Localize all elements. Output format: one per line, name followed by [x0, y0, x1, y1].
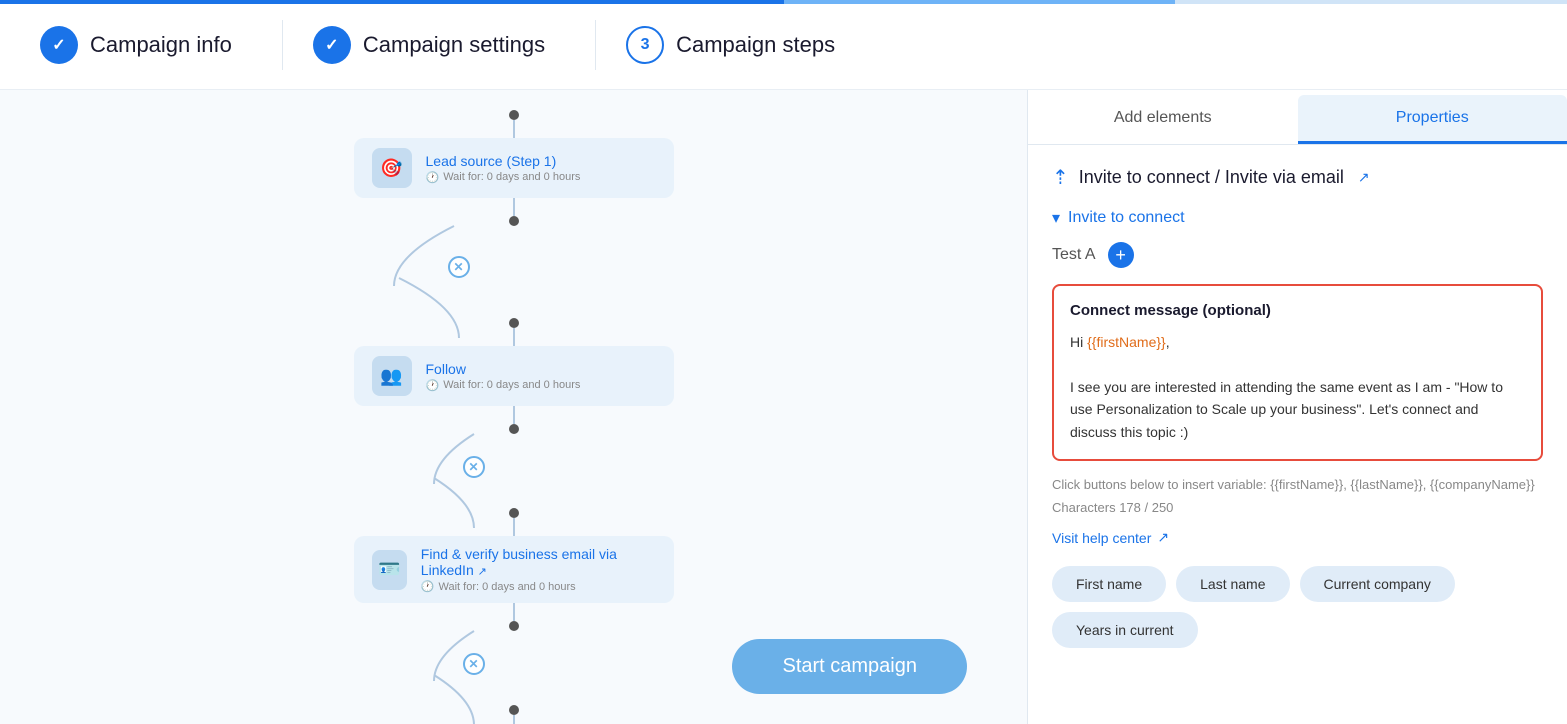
node-follow[interactable]: 👥 Follow 🕐 Wait for: 0 days and 0 hours — [354, 346, 674, 406]
char-count: Characters 178 / 250 — [1052, 500, 1543, 515]
message-body: I see you are interested in attending th… — [1070, 376, 1525, 443]
panel-external-link[interactable]: ↗ — [1358, 169, 1370, 186]
tab-properties[interactable]: Properties — [1298, 95, 1567, 144]
lead-source-text: Lead source (Step 1) 🕐 Wait for: 0 days … — [426, 153, 581, 184]
curve-4 — [434, 478, 514, 528]
step-divider-1 — [282, 20, 283, 70]
dot-6 — [509, 621, 519, 631]
curve-2 — [399, 278, 519, 338]
progress-seg-1 — [0, 0, 392, 4]
follow-title: Follow — [426, 361, 581, 377]
line-1 — [513, 120, 515, 138]
panel-body: ⇡ Invite to connect / Invite via email ↗… — [1028, 145, 1567, 724]
connect-message-box[interactable]: Connect message (optional) Hi {{firstNam… — [1052, 284, 1543, 461]
step-2-label: Campaign settings — [363, 32, 545, 58]
section-invite-header[interactable]: ▾ Invite to connect — [1052, 208, 1543, 228]
var-btn-last-name[interactable]: Last name — [1176, 566, 1289, 602]
dot-7 — [509, 705, 519, 715]
line-7 — [513, 715, 515, 724]
header: ✓ Campaign info ✓ Campaign settings 3 Ca… — [0, 0, 1567, 90]
var-btn-first-name[interactable]: First name — [1052, 566, 1166, 602]
visit-help-link[interactable]: Visit help center ↗ — [1052, 529, 1543, 546]
message-box-title: Connect message (optional) — [1070, 302, 1525, 319]
message-content: Hi {{firstName}}, I see you are interest… — [1070, 331, 1525, 443]
progress-seg-2 — [392, 0, 784, 4]
node-lead-source[interactable]: 🎯 Lead source (Step 1) 🕐 Wait for: 0 day… — [354, 138, 674, 198]
panel-node-title-row: ⇡ Invite to connect / Invite via email ↗ — [1052, 165, 1543, 190]
step-1-label: Campaign info — [90, 32, 232, 58]
add-node-btn-2[interactable]: ✕ — [463, 456, 485, 478]
lead-source-icon: 🎯 — [372, 148, 412, 188]
start-campaign-button[interactable]: Start campaign — [732, 639, 967, 694]
test-label: Test A — [1052, 246, 1096, 264]
panel-tabs: Add elements Properties — [1028, 90, 1567, 145]
clock-icon-1: 🕐 — [426, 171, 440, 184]
dot-2 — [509, 216, 519, 226]
var-firstname-inline: {{firstName}} — [1087, 334, 1166, 350]
external-link-icon-1: ↗ — [478, 566, 487, 578]
find-verify-icon: 🪪 — [372, 550, 407, 590]
find-verify-text: Find & verify business email via LinkedI… — [421, 546, 656, 593]
share-icon: ⇡ — [1052, 165, 1069, 190]
variable-buttons-row: First name Last name Current company Yea… — [1052, 566, 1543, 648]
add-node-btn-1[interactable]: ✕ — [448, 256, 470, 278]
line-6 — [513, 603, 515, 621]
find-verify-wait: 🕐 Wait for: 0 days and 0 hours — [421, 580, 656, 593]
step-3-icon: 3 — [626, 26, 664, 64]
chevron-down-icon: ▾ — [1052, 208, 1060, 228]
dot-top — [509, 110, 519, 120]
step-campaign-steps[interactable]: 3 Campaign steps — [606, 26, 875, 64]
node-find-verify[interactable]: 🪪 Find & verify business email via Linke… — [354, 536, 674, 603]
help-external-icon: ↗ — [1157, 529, 1169, 546]
variable-hint: Click buttons below to insert variable: … — [1052, 475, 1543, 495]
clock-icon-3: 🕐 — [421, 580, 435, 593]
step-campaign-settings[interactable]: ✓ Campaign settings — [293, 26, 585, 64]
line-2 — [513, 198, 515, 216]
flow-container: 🎯 Lead source (Step 1) 🕐 Wait for: 0 day… — [264, 100, 764, 724]
visit-help-label: Visit help center — [1052, 530, 1151, 546]
step-divider-2 — [595, 20, 596, 70]
lead-source-wait: 🕐 Wait for: 0 days and 0 hours — [426, 171, 581, 184]
var-btn-current-company[interactable]: Current company — [1300, 566, 1455, 602]
follow-text: Follow 🕐 Wait for: 0 days and 0 hours — [426, 361, 581, 392]
progress-seg-4 — [1175, 0, 1567, 4]
lead-source-title: Lead source (Step 1) — [426, 153, 581, 169]
step-3-label: Campaign steps — [676, 32, 835, 58]
progress-seg-3 — [784, 0, 1176, 4]
var-btn-years-current[interactable]: Years in current — [1052, 612, 1198, 648]
find-verify-title: Find & verify business email via LinkedI… — [421, 546, 656, 578]
step-1-icon: ✓ — [40, 26, 78, 64]
follow-icon: 👥 — [372, 356, 412, 396]
progress-line — [0, 0, 1567, 4]
section-title: Invite to connect — [1068, 209, 1185, 227]
clock-icon-2: 🕐 — [426, 379, 440, 392]
line-4 — [513, 406, 515, 424]
tab-add-elements[interactable]: Add elements — [1028, 95, 1298, 144]
add-test-button[interactable]: + — [1108, 242, 1134, 268]
follow-wait: 🕐 Wait for: 0 days and 0 hours — [426, 379, 581, 392]
dot-4 — [509, 424, 519, 434]
flow-area: 🎯 Lead source (Step 1) 🕐 Wait for: 0 day… — [0, 90, 1027, 724]
step-campaign-info[interactable]: ✓ Campaign info — [20, 26, 272, 64]
add-node-btn-3[interactable]: ✕ — [463, 653, 485, 675]
panel-node-name: Invite to connect / Invite via email — [1079, 167, 1344, 188]
step-2-icon: ✓ — [313, 26, 351, 64]
main-content: 🎯 Lead source (Step 1) 🕐 Wait for: 0 day… — [0, 90, 1567, 724]
test-ab-row: Test A + — [1052, 242, 1543, 268]
properties-panel: Add elements Properties ⇡ Invite to conn… — [1027, 90, 1567, 724]
